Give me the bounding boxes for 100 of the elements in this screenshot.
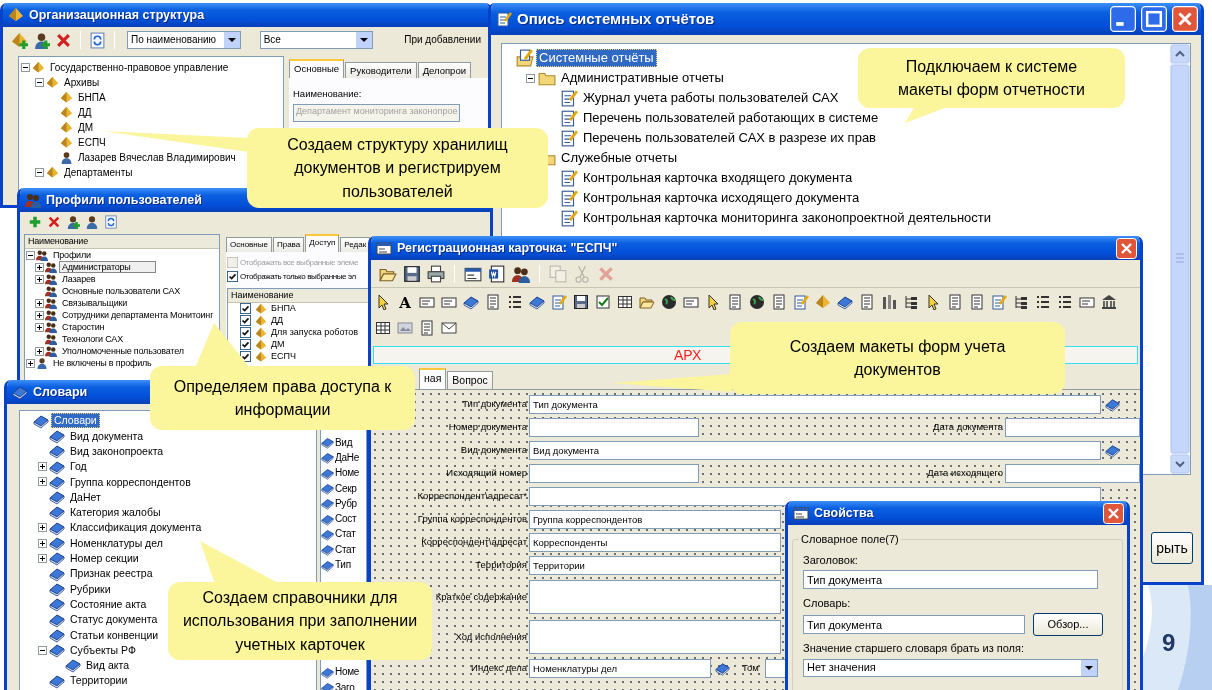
text-field-icon[interactable] (441, 294, 457, 310)
report-icon[interactable] (991, 294, 1007, 310)
expander-toggle[interactable] (38, 645, 47, 655)
list-icon[interactable] (1057, 294, 1073, 310)
input-field[interactable]: Территории (529, 555, 781, 575)
tree-item[interactable]: Номер секции (67, 551, 142, 566)
globe-icon[interactable] (749, 294, 765, 310)
tree-item[interactable]: ДД (75, 105, 95, 120)
book-icon[interactable] (1105, 442, 1120, 458)
report-icon[interactable] (793, 294, 809, 310)
delete-icon[interactable] (55, 31, 72, 49)
expander-toggle[interactable] (38, 523, 47, 533)
tree-item[interactable]: Системные отчёты (536, 49, 657, 67)
table-icon[interactable] (375, 320, 391, 336)
tree-item[interactable]: Категория жалобы (67, 505, 164, 520)
list-item[interactable]: Для запуска роботов (271, 327, 359, 338)
tree-item[interactable]: Перечень пользователей САХ в разрезе их прав (580, 129, 879, 147)
tab[interactable]: Основные (226, 237, 272, 252)
text-area[interactable] (529, 619, 781, 654)
input-field[interactable] (529, 463, 699, 483)
minimize-button[interactable] (1110, 6, 1136, 32)
scrollbar[interactable] (1170, 44, 1190, 474)
tree-item[interactable]: ДМ (75, 120, 97, 135)
tree-item[interactable]: Старостин (59, 320, 108, 334)
caret-icon[interactable] (1081, 659, 1097, 676)
tree-item[interactable]: Лазарев (59, 272, 99, 286)
tree-item[interactable]: Вид законопроекта (67, 443, 167, 459)
expander-toggle[interactable] (35, 274, 44, 284)
expander-toggle[interactable] (26, 358, 35, 368)
tree-item[interactable]: Статьи конвенции (67, 627, 162, 643)
building-icon[interactable] (1101, 294, 1117, 310)
list-item[interactable]: ЕСПЧ (271, 351, 296, 362)
save-icon[interactable] (403, 264, 421, 283)
close-button[interactable] (1103, 502, 1124, 524)
book-icon[interactable] (715, 660, 730, 676)
cursor-icon[interactable] (705, 294, 721, 310)
list-item[interactable]: Рубр (335, 497, 357, 510)
sort-dropdown[interactable]: По наименованию (127, 31, 241, 49)
book-icon[interactable] (463, 294, 479, 310)
tree-item[interactable]: Классификация документа (67, 520, 205, 535)
tab[interactable]: ная (419, 368, 447, 389)
list-item[interactable]: ДД (271, 315, 284, 326)
envelope-icon[interactable] (441, 320, 457, 336)
add-icon[interactable] (28, 215, 42, 229)
person-plus-icon[interactable] (33, 31, 50, 49)
input-field[interactable] (1005, 417, 1140, 437)
tree-item[interactable]: Перечень пользователей работающих в системе (580, 109, 882, 127)
book-icon[interactable] (529, 294, 545, 310)
tree-item[interactable]: Вид документа (67, 428, 147, 444)
tree-icon[interactable] (903, 294, 919, 310)
table-icon[interactable] (617, 294, 633, 310)
people-icon[interactable] (512, 264, 530, 283)
tab[interactable]: Делопрои (417, 62, 471, 79)
delete-icon[interactable] (47, 215, 61, 229)
text-area[interactable] (529, 579, 781, 614)
tree-item[interactable]: Административные отчеты (558, 69, 727, 87)
text-field-icon[interactable] (419, 294, 435, 310)
tree-item[interactable]: Профили (50, 248, 94, 262)
tree-item[interactable]: Субъекты РФ (67, 642, 139, 658)
list-item[interactable]: Стат (335, 543, 356, 556)
list-item[interactable]: Стат (335, 528, 356, 541)
cursor-icon[interactable] (375, 294, 391, 310)
text-field-icon[interactable] (683, 294, 699, 310)
tree-item[interactable]: Признак реестра (67, 566, 156, 581)
expander-toggle[interactable] (38, 538, 47, 548)
tree-item[interactable]: Территории (67, 673, 131, 688)
close-button[interactable] (1116, 237, 1137, 259)
input-field[interactable]: Тип документа (803, 615, 1025, 635)
pyramid-plus-icon[interactable] (11, 31, 28, 49)
tree-item[interactable]: Статус документа (67, 612, 161, 627)
printer-icon[interactable] (427, 264, 445, 283)
browse-button[interactable]: Обзор... (1033, 613, 1103, 637)
text-field-icon[interactable] (1079, 294, 1095, 310)
tab[interactable]: Руководители (345, 62, 417, 79)
input-field[interactable]: Номенклатуры дел (529, 658, 711, 678)
tree-item[interactable]: Администраторы (59, 260, 156, 274)
expander-toggle[interactable] (26, 250, 35, 260)
list-item[interactable]: Секр (335, 482, 357, 495)
globe-icon[interactable] (661, 294, 677, 310)
list-item[interactable]: Тип (335, 559, 351, 571)
input-field[interactable]: Тип документа (803, 570, 1098, 590)
close-button[interactable]: рыть (1151, 532, 1193, 564)
tab[interactable]: Редак (340, 237, 371, 252)
tree-item[interactable]: Рубрики (67, 581, 114, 597)
tree-item[interactable]: Год (67, 459, 90, 474)
expander-toggle[interactable] (35, 262, 44, 272)
caret-icon[interactable] (223, 32, 240, 48)
expander-toggle[interactable] (35, 168, 44, 177)
expander-toggle[interactable] (38, 462, 47, 472)
tree-item[interactable]: ДаНет (67, 489, 104, 505)
expander-toggle[interactable] (35, 346, 44, 356)
tree-item[interactable]: Словари (51, 413, 100, 428)
list-item[interactable]: Заго (335, 681, 355, 690)
tree-item[interactable]: Связывальщики (59, 296, 131, 310)
tree-item[interactable]: Технологи САХ (59, 332, 126, 346)
tree-icon[interactable] (1013, 294, 1029, 310)
tree-item[interactable]: Департаменты (61, 165, 136, 180)
tree-item[interactable]: Сотрудники департамента Монитоинг (59, 308, 217, 322)
tree-item[interactable]: ЕСПЧ (75, 135, 109, 150)
tree-item[interactable]: Журнал учета работы пользователей САХ (580, 89, 842, 107)
